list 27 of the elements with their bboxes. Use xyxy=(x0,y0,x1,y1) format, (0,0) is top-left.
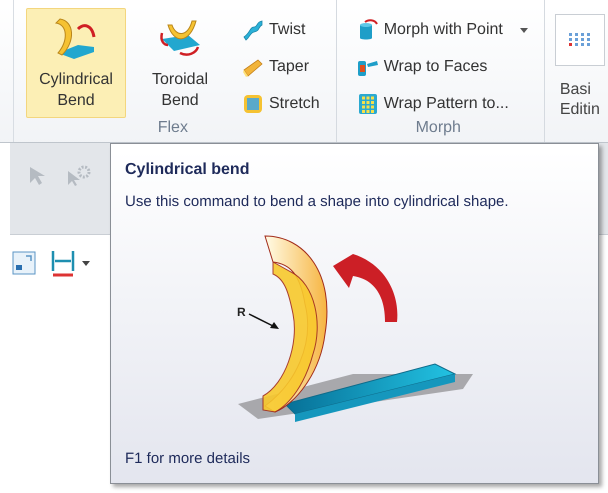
cube-icon xyxy=(242,93,264,115)
group-label: Editin xyxy=(560,100,600,120)
ribbon-button[interactable]: Twist xyxy=(242,16,320,44)
ribbon-button[interactable]: Toroidal Bend xyxy=(130,8,230,118)
twisted-ribbon-icon xyxy=(242,19,264,41)
dot-grid-icon xyxy=(356,93,379,115)
leader-line xyxy=(248,313,278,329)
ribbon-button[interactable]: Wrap to Faces xyxy=(356,53,528,81)
radius-label: R xyxy=(236,305,246,319)
ribbon-button[interactable]: Morph with Point xyxy=(356,16,528,44)
tooltip-title: Cylindrical bend xyxy=(125,160,250,180)
fit-view-icon xyxy=(12,251,36,275)
group-label: Flex xyxy=(156,118,189,138)
ribbon-button[interactable]: Wrap Pattern to... xyxy=(356,90,528,118)
group-label: Basi xyxy=(560,80,592,100)
curved-arrow-icon xyxy=(332,254,397,322)
grid-tile-icon xyxy=(554,14,605,66)
caret-icon xyxy=(520,28,528,32)
caret-icon xyxy=(82,260,90,266)
group-label: Morph xyxy=(414,118,462,138)
dimension-icon xyxy=(50,249,76,277)
ribbon-button[interactable]: Taper xyxy=(242,53,320,81)
tooltip-footer: F1 for more details xyxy=(125,449,584,469)
ribbon-button[interactable]: Cylindrical Bend xyxy=(26,8,126,118)
ribbon-button[interactable]: Stretch xyxy=(242,90,320,118)
tooltip-description: Use this command to bend a shape into cylindrical shape. xyxy=(125,192,510,212)
cursor-gear-icon xyxy=(66,165,92,187)
